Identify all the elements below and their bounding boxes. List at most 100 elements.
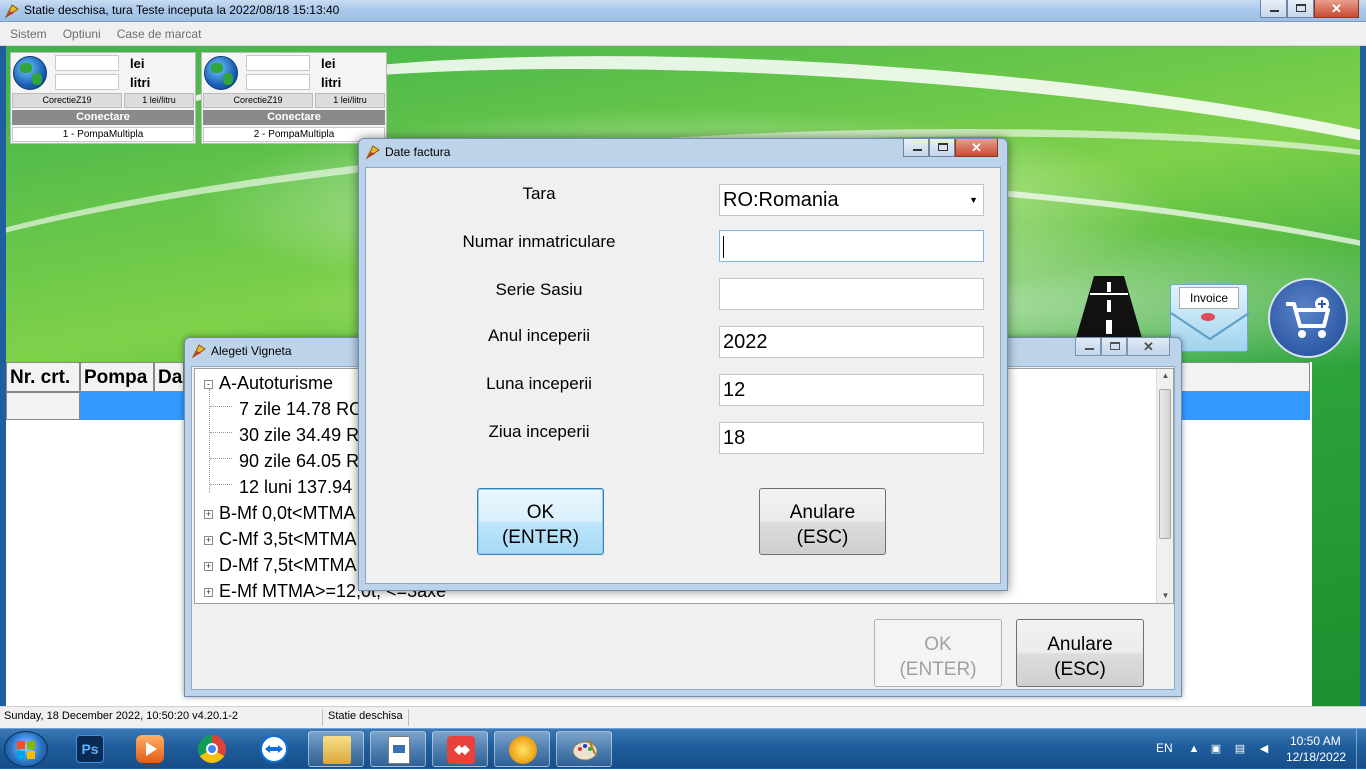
menu-sistem[interactable]: Sistem — [0, 22, 53, 41]
anul-inceperii-input[interactable]: 2022 — [719, 326, 984, 358]
tree-expand-icon[interactable]: + — [204, 588, 213, 597]
pump-money-unit: lei — [321, 56, 336, 71]
cancel-label: Anulare — [789, 502, 856, 523]
shopping-cart-icon[interactable] — [1268, 278, 1348, 358]
menubar: Sistem Optiuni Case de marcat — [0, 22, 1366, 46]
network-icon[interactable]: ▣ — [1210, 743, 1222, 755]
close-button[interactable]: ✕ — [1127, 338, 1170, 356]
vigneta-ok-button[interactable]: OK (ENTER) — [874, 619, 1002, 687]
start-button[interactable] — [4, 731, 48, 767]
serie-sasiu-input[interactable] — [719, 278, 984, 310]
menu-optiuni[interactable]: Optiuni — [53, 22, 107, 41]
pump-connect-button[interactable]: Conectare — [203, 110, 385, 125]
maximize-button[interactable] — [1287, 0, 1314, 18]
column-header-pompa[interactable]: Pompa — [80, 362, 154, 392]
pump-name: 2 - PompaMultipla — [203, 127, 385, 142]
factura-ok-button[interactable]: OK (ENTER) — [477, 488, 604, 555]
taskbar-anydesk[interactable] — [432, 731, 488, 767]
tree-node-vignette[interactable]: 12 luni 137.94 — [239, 477, 352, 498]
tree-connector — [210, 458, 232, 459]
tree-node-vignette[interactable]: 90 zile 64.05 R — [239, 451, 359, 472]
vigneta-cancel-button[interactable]: Anulare (ESC) — [1016, 619, 1144, 687]
clock-time[interactable]: 10:50 AM — [1290, 734, 1341, 748]
date-factura-dialog-controls: ✕ — [903, 139, 998, 157]
tree-connector — [210, 406, 232, 407]
tree-node-category[interactable]: B-Mf 0,0t<MTMA — [219, 503, 356, 524]
maximize-button[interactable] — [929, 139, 955, 157]
scroll-up-icon[interactable]: ▲ — [1157, 371, 1173, 380]
tree-node-category[interactable]: A-Autoturisme — [219, 373, 333, 394]
taskbar-teamviewer[interactable] — [246, 731, 302, 767]
minimize-button[interactable] — [1260, 0, 1287, 18]
pump-volume-field — [55, 74, 119, 90]
pump-widget-2[interactable]: lei litri CorectieZ19 1 lei/litru Conect… — [201, 52, 387, 144]
tree-expand-icon[interactable]: + — [204, 536, 213, 545]
ziua-inceperii-input[interactable]: 18 — [719, 422, 984, 454]
column-header-data[interactable]: Da — [154, 362, 184, 392]
sun-icon — [509, 736, 537, 764]
show-desktop-button[interactable] — [1356, 729, 1366, 769]
tree-expand-icon[interactable]: + — [204, 562, 213, 571]
pump-widget-1[interactable]: lei litri CorectieZ19 1 lei/litru Conect… — [10, 52, 196, 144]
maximize-icon — [938, 143, 948, 151]
main-titlebar[interactable]: Statie deschisa, tura Teste inceputa la … — [0, 0, 1366, 22]
serie-sasiu-label: Serie Sasiu — [495, 280, 583, 299]
minimize-icon — [1270, 10, 1279, 12]
volume-icon[interactable]: ◀ — [1258, 743, 1270, 755]
tree-collapse-icon[interactable]: - — [204, 380, 213, 389]
tree-node-vignette[interactable]: 7 zile 14.78 RO — [239, 399, 363, 420]
table-row-cell[interactable] — [6, 392, 80, 420]
taskbar-media-player[interactable] — [122, 731, 178, 767]
ok-label: OK — [526, 502, 555, 523]
pump-volume-unit: litri — [130, 75, 151, 90]
pump-connect-button[interactable]: Conectare — [12, 110, 194, 125]
document-icon — [388, 736, 410, 764]
chevron-down-icon: ▼ — [969, 195, 978, 205]
tree-node-vignette[interactable]: 30 zile 34.49 R — [239, 425, 359, 446]
action-center-icon[interactable]: ▤ — [1234, 743, 1246, 755]
road-vignette-icon[interactable] — [1076, 276, 1142, 338]
luna-inceperii-input[interactable]: 12 — [719, 374, 984, 406]
minimize-button[interactable] — [1075, 338, 1101, 356]
clock-date[interactable]: 12/18/2022 — [1286, 750, 1346, 764]
close-icon: ✕ — [971, 140, 982, 155]
globe-icon — [13, 56, 47, 90]
anul-inceperii-label: Anul inceperii — [487, 326, 591, 345]
tree-node-category[interactable]: C-Mf 3,5t<MTMA — [219, 529, 357, 550]
close-button[interactable]: ✕ — [1314, 0, 1359, 18]
taskbar-paint[interactable] — [556, 731, 612, 767]
anul-inceperii-value: 2022 — [723, 331, 768, 353]
taskbar-file-explorer[interactable] — [308, 731, 364, 767]
tree-node-category[interactable]: D-Mf 7,5t<MTMA — [219, 555, 357, 576]
taskbar-document-app[interactable] — [370, 731, 426, 767]
tree-expand-icon[interactable]: + — [204, 510, 213, 519]
show-hidden-icons-icon[interactable]: ▲ — [1188, 743, 1200, 755]
taskbar-sun-app[interactable] — [494, 731, 550, 767]
ok-label: OK — [924, 633, 952, 655]
column-header-nr-crt[interactable]: Nr. crt. — [6, 362, 80, 392]
taskbar: Ps EN ▲ ▣ ▤ ◀ 10:50 AM 12/18/2022 — [0, 728, 1366, 769]
numar-inmatriculare-input[interactable] — [719, 230, 984, 262]
scrollbar-thumb[interactable] — [1159, 389, 1171, 539]
tree-connector — [209, 389, 210, 493]
language-indicator[interactable]: EN — [1156, 741, 1173, 755]
taskbar-chrome[interactable] — [184, 731, 240, 767]
app-fuel-icon — [4, 4, 19, 19]
factura-cancel-button[interactable]: Anulare (ESC) — [759, 488, 886, 555]
close-icon: ✕ — [1143, 339, 1154, 354]
close-button[interactable]: ✕ — [955, 139, 998, 157]
taskbar-photoshop[interactable]: Ps — [62, 731, 118, 767]
tara-select[interactable]: RO:Romania ▼ — [719, 184, 984, 216]
minimize-button[interactable] — [903, 139, 929, 157]
tree-scrollbar[interactable]: ▲ ▼ — [1156, 369, 1173, 603]
pump-price: 1 lei/litru — [124, 93, 194, 108]
scroll-down-icon[interactable]: ▼ — [1157, 591, 1173, 600]
date-factura-body: Tara RO:Romania ▼ Numar inmatriculare Se… — [365, 167, 1001, 584]
cancel-label: Anulare — [1047, 633, 1113, 655]
menu-case-de-marcat[interactable]: Case de marcat — [107, 22, 208, 41]
close-icon: ✕ — [1331, 1, 1342, 16]
pump-money-unit: lei — [130, 56, 145, 71]
ziua-inceperii-value: 18 — [723, 427, 746, 449]
cancel-shortcut: (ESC) — [796, 527, 849, 548]
maximize-button[interactable] — [1101, 338, 1127, 356]
